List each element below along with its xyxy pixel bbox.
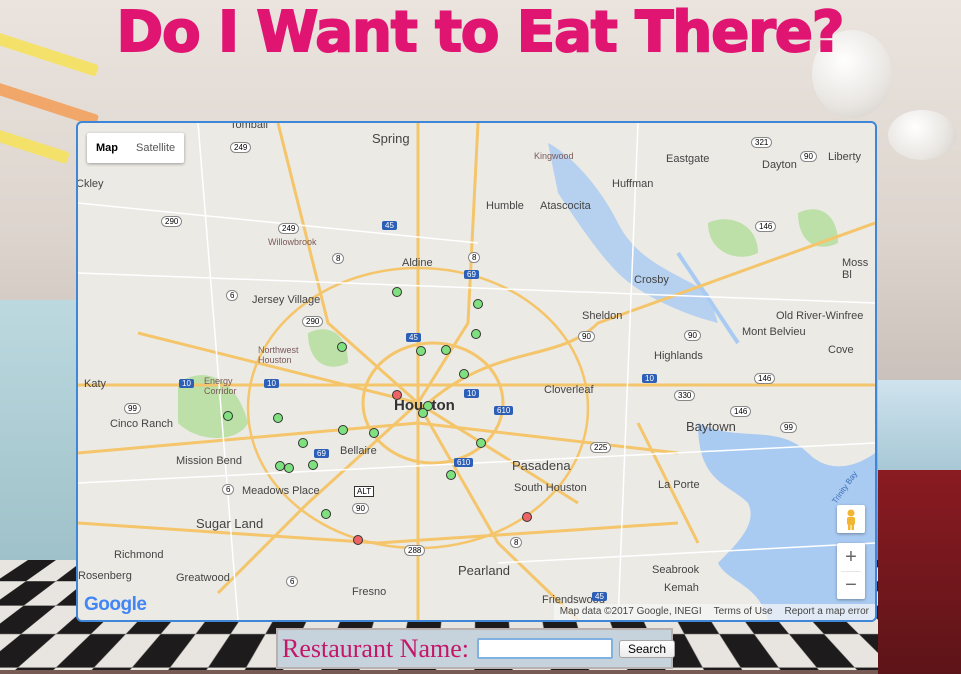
restaurant-marker-good[interactable] <box>308 460 318 470</box>
background-neon-stripe <box>0 81 100 127</box>
zoom-out-button[interactable]: − <box>837 571 865 599</box>
map-widget[interactable]: Tomball Spring Kingwood Eastgate Dayton … <box>76 121 877 622</box>
google-logo-text: Google <box>84 594 147 615</box>
restaurant-marker-good[interactable] <box>223 411 233 421</box>
restaurant-marker-good[interactable] <box>441 345 451 355</box>
background-window <box>878 380 961 470</box>
restaurant-marker-good[interactable] <box>321 509 331 519</box>
zoom-control: + − <box>837 543 865 599</box>
restaurant-name-label: Restaurant Name: <box>282 633 469 663</box>
restaurant-marker-good[interactable] <box>392 287 402 297</box>
zoom-divider <box>841 571 861 572</box>
search-form: Restaurant Name: Search <box>276 628 676 669</box>
search-button[interactable]: Search <box>619 639 676 658</box>
restaurant-marker-good[interactable] <box>446 470 456 480</box>
restaurant-marker-good[interactable] <box>273 413 283 423</box>
restaurant-marker-good[interactable] <box>284 463 294 473</box>
restaurant-marker-bad[interactable] <box>522 512 532 522</box>
background-counter <box>878 470 961 674</box>
street-view-pegman[interactable] <box>837 505 865 533</box>
map-attribution: Map data ©2017 Google, INEGI <box>559 606 702 617</box>
background-lamp <box>888 110 956 160</box>
background-booth <box>0 300 76 560</box>
restaurant-marker-good[interactable] <box>459 369 469 379</box>
map-type-control: Map Satellite <box>87 133 185 163</box>
restaurant-name-input[interactable] <box>477 638 613 659</box>
restaurant-marker-good[interactable] <box>471 329 481 339</box>
restaurant-marker-bad[interactable] <box>392 390 402 400</box>
restaurant-marker-bad[interactable] <box>353 535 363 545</box>
map-footer: Map data ©2017 Google, INEGI Terms of Us… <box>553 604 875 620</box>
zoom-in-button[interactable]: + <box>837 543 865 571</box>
background-neon-stripe <box>0 127 70 165</box>
map-type-map-button[interactable]: Map <box>87 133 127 163</box>
pegman-icon <box>847 509 855 530</box>
restaurant-marker-good[interactable] <box>338 425 348 435</box>
restaurant-marker-good[interactable] <box>418 408 428 418</box>
terms-link[interactable]: Terms of Use <box>708 604 779 620</box>
restaurant-marker-good[interactable] <box>298 438 308 448</box>
restaurant-marker-good[interactable] <box>476 438 486 448</box>
report-error-link[interactable]: Report a map error <box>779 604 875 620</box>
restaurant-markers <box>78 123 875 620</box>
page-title: Do I Want to Eat There? <box>116 0 846 65</box>
restaurant-marker-good[interactable] <box>473 299 483 309</box>
restaurant-marker-good[interactable] <box>337 342 347 352</box>
google-logo[interactable]: Google <box>84 594 147 616</box>
map-type-satellite-button[interactable]: Satellite <box>127 133 184 163</box>
restaurant-marker-good[interactable] <box>416 346 426 356</box>
restaurant-marker-good[interactable] <box>369 428 379 438</box>
